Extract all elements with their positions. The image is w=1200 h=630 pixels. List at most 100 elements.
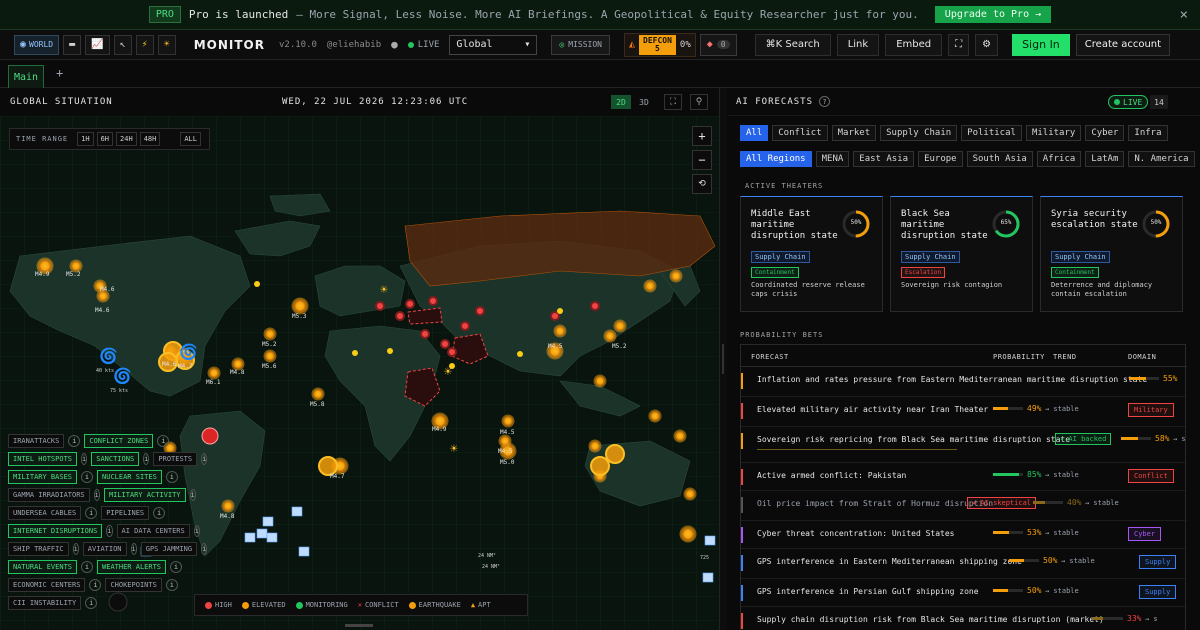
layer-toggle[interactable]: CONFLICT ZONES [84, 434, 154, 448]
layer-toggle[interactable]: INTEL HOTSPOTS [8, 452, 78, 466]
alerts-button[interactable]: ◆ 0 [699, 33, 737, 56]
layer-toggle[interactable]: ECONOMIC CENTERS [8, 578, 86, 592]
github-icon[interactable]: ● [391, 38, 398, 51]
search-button[interactable]: ⌘K Search [754, 33, 831, 56]
hotspot-high-marker[interactable] [440, 339, 450, 349]
theater-card[interactable]: Syria security escalation state 50% Supply… [1040, 196, 1183, 312]
elevated-marker[interactable] [517, 351, 523, 357]
datacenter-icon[interactable] [244, 532, 256, 543]
earthquake-marker[interactable] [588, 439, 602, 453]
forecast-row[interactable]: Supply chain disruption risk from Black … [741, 607, 1187, 630]
mission-button[interactable]: ◎ MISSION [551, 34, 610, 55]
earthquake-marker[interactable] [669, 269, 683, 283]
earthquake-marker[interactable] [613, 319, 627, 333]
sun-icon[interactable]: ☀ [380, 283, 388, 298]
layer-toggle[interactable]: GAMMA IRRADIATORS [8, 488, 90, 502]
earthquake-marker[interactable] [501, 414, 515, 428]
info-icon[interactable]: i [93, 489, 100, 501]
hotspot-high-marker[interactable] [375, 301, 385, 311]
zoom-out-button[interactable]: − [692, 150, 712, 170]
info-icon[interactable]: i [85, 597, 98, 609]
map-resize-handle[interactable] [345, 624, 373, 627]
category-filter-chip[interactable]: All [740, 125, 769, 141]
add-tab-button[interactable]: + [56, 66, 63, 80]
create-account-button[interactable]: Create account [1075, 33, 1171, 56]
layer-toggle[interactable]: MILITARY BASES [8, 470, 78, 484]
region-filter-chip[interactable]: Europe [918, 151, 963, 167]
panel-divider[interactable] [720, 88, 727, 630]
sun-icon[interactable]: ☀ [157, 34, 176, 55]
info-icon[interactable]: i [143, 453, 150, 465]
info-icon[interactable]: i [85, 507, 98, 519]
layer-toggle[interactable]: UNDERSEA CABLES [8, 506, 82, 520]
earthquake-marker[interactable] [553, 324, 567, 338]
hurricane-icon[interactable]: 🌀 [113, 366, 132, 385]
earthquake-marker[interactable] [648, 409, 662, 423]
earthquake-marker[interactable] [231, 357, 245, 371]
earthquake-marker[interactable] [311, 387, 325, 401]
region-filter-chip[interactable]: N. America [1128, 151, 1195, 167]
hotspot-high-marker[interactable] [405, 299, 415, 309]
category-filter-chip[interactable]: Market [831, 125, 877, 141]
sign-in-button[interactable]: Sign In [1012, 33, 1070, 56]
info-icon[interactable]: i [106, 525, 113, 537]
info-icon[interactable]: i [170, 561, 183, 573]
fullscreen-icon[interactable]: ⛶ [948, 33, 970, 56]
help-icon[interactable]: ? [819, 96, 831, 107]
monitor-icon[interactable]: ▬ [63, 34, 82, 55]
author-handle[interactable]: @eliehabib [327, 40, 381, 50]
layer-toggle[interactable]: PROTESTS [153, 452, 198, 466]
layer-toggle[interactable]: WEATHER ALERTS [97, 560, 167, 574]
tab-main[interactable]: Main [8, 65, 44, 88]
time-range-48h[interactable]: 48H [139, 132, 161, 146]
layer-toggle[interactable]: AVIATION [82, 542, 127, 556]
datacenter-icon[interactable] [256, 528, 268, 539]
layer-toggle[interactable]: IRANATTACKS [8, 434, 65, 448]
region-filter-chip[interactable]: LatAm [1085, 151, 1125, 167]
region-filter-chip[interactable]: Africa [1036, 151, 1082, 167]
info-icon[interactable]: i [130, 543, 137, 555]
hotspot-high-marker[interactable] [428, 296, 438, 306]
earthquake-marker[interactable] [673, 429, 687, 443]
earthquake-cluster-marker[interactable] [590, 456, 610, 476]
earthquake-marker[interactable] [643, 279, 657, 293]
pin-icon[interactable]: ⚲ [690, 94, 708, 110]
info-icon[interactable]: i [81, 561, 94, 573]
category-filter-chip[interactable]: Cyber [1085, 125, 1125, 141]
datacenter-icon[interactable] [702, 572, 714, 583]
layer-toggle[interactable]: AI DATA CENTERS [116, 524, 190, 538]
cursor-icon[interactable]: ↖ [113, 34, 132, 55]
forecast-row[interactable]: Inflation and rates pressure from Easter… [741, 367, 1187, 397]
category-filter-chip[interactable]: Supply Chain [880, 125, 958, 141]
hurricane-icon[interactable]: 🌀 [99, 346, 118, 365]
forecast-row[interactable]: Cyber threat concentration: United State… [741, 521, 1187, 549]
time-range-6h[interactable]: 6H [96, 132, 114, 146]
sun-icon[interactable]: ☀ [450, 442, 458, 457]
region-filter-chip[interactable]: MENA [815, 151, 850, 167]
hotspot-high-marker[interactable] [447, 347, 457, 357]
category-filter-chip[interactable]: Infra [1128, 125, 1168, 141]
hotspot-high-marker[interactable] [460, 321, 470, 331]
hotspot-high-marker[interactable] [395, 311, 405, 321]
info-icon[interactable]: i [81, 453, 88, 465]
elevated-marker[interactable] [352, 350, 358, 356]
layer-toggle[interactable]: GPS JAMMING [140, 542, 198, 556]
info-icon[interactable]: i [81, 471, 94, 483]
layer-toggle[interactable]: NATURAL EVENTS [8, 560, 78, 574]
category-filter-chip[interactable]: Political [961, 125, 1022, 141]
region-filter-chip[interactable]: South Asia [966, 151, 1033, 167]
divider-grip[interactable] [722, 344, 724, 374]
layer-toggle[interactable]: NUCLEAR SITES [97, 470, 162, 484]
layer-toggle[interactable]: MILITARY ACTIVITY [103, 488, 186, 502]
earthquake-cluster-marker[interactable] [605, 444, 625, 464]
layer-toggle[interactable]: CHOKEPOINTS [105, 578, 162, 592]
info-icon[interactable]: i [165, 471, 178, 483]
world-button[interactable]: ◉ WORLD [14, 34, 60, 55]
defcon-indicator[interactable]: ◭ DEFCON 5 0% [623, 32, 696, 57]
time-range-24h[interactable]: 24H [116, 132, 137, 146]
elevated-marker[interactable] [387, 348, 393, 354]
forecast-row[interactable]: GPS interference in Persian Gulf shippin… [741, 579, 1187, 607]
embed-button[interactable]: Embed [885, 33, 943, 56]
earthquake-marker[interactable] [69, 259, 83, 273]
earthquake-marker[interactable] [263, 327, 277, 341]
